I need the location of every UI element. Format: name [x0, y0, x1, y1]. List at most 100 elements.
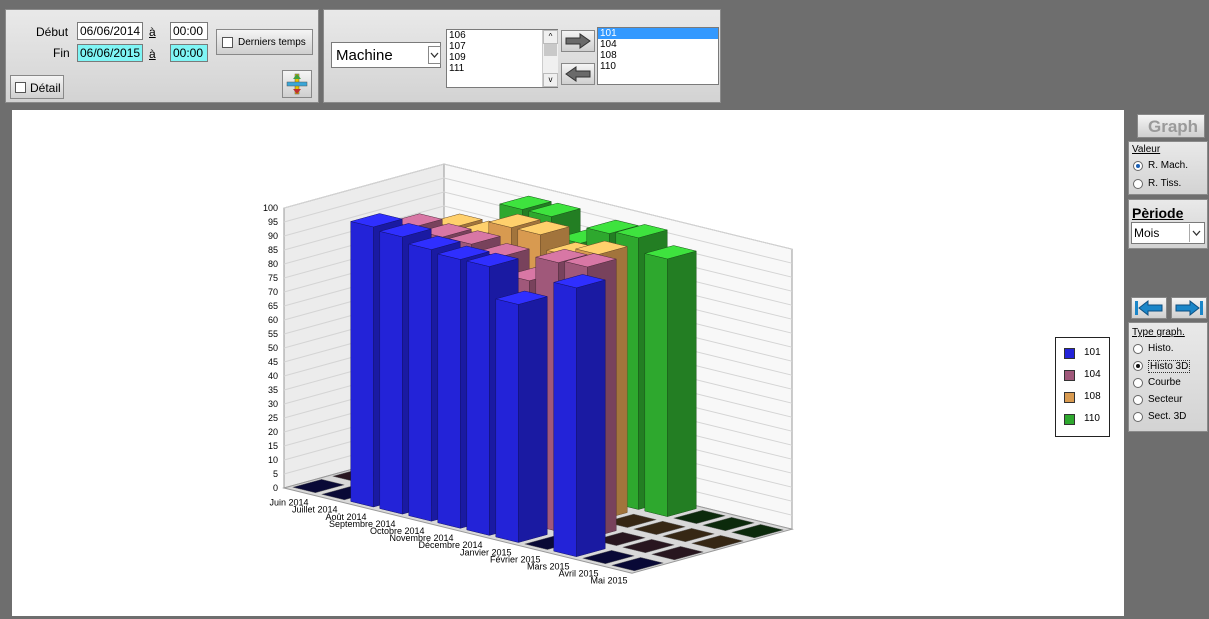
available-list-scrollbar[interactable]: ^ v [542, 30, 558, 87]
radio-type-label: Histo. [1148, 343, 1174, 354]
a1-label: à [149, 25, 156, 39]
radio-r-mach[interactable] [1133, 161, 1143, 171]
radio-type-label: Courbe [1148, 377, 1181, 388]
periode-select-value: Mois [1134, 226, 1160, 240]
a2-label: à [149, 47, 156, 61]
legend-swatch [1064, 414, 1075, 425]
y-tick-label: 75 [268, 273, 278, 283]
selected-machine-item[interactable]: 110 [598, 61, 718, 72]
arrow-last-icon [1175, 299, 1203, 317]
debut-label: Début [36, 25, 69, 39]
derniers-temps-toggle[interactable]: Derniers temps [216, 29, 313, 55]
legend-label: 104 [1084, 369, 1101, 380]
available-machine-item[interactable]: 106 [447, 30, 557, 41]
legend-swatch [1064, 392, 1075, 403]
legend-label: 108 [1084, 391, 1101, 402]
bar-101 [553, 282, 577, 557]
type-graph-title: Type graph. [1132, 327, 1185, 338]
periode-select[interactable]: Mois [1131, 222, 1205, 244]
y-tick-label: 10 [268, 455, 278, 465]
y-tick-label: 85 [268, 245, 278, 255]
periode-title: Pèriode [1132, 205, 1184, 221]
available-machine-item[interactable]: 107 [447, 41, 557, 52]
selected-machine-item[interactable]: 101 [598, 28, 718, 39]
chart-legend: 101 104 108 110 [1055, 337, 1110, 437]
y-tick-label: 5 [273, 469, 278, 479]
y-tick-label: 30 [268, 399, 278, 409]
chevron-down-icon [1189, 224, 1201, 242]
radio-r-tiss[interactable] [1133, 179, 1143, 189]
y-tick-label: 40 [268, 371, 278, 381]
legend-label: 101 [1084, 347, 1101, 358]
y-tick-label: 60 [268, 315, 278, 325]
radio-r-mach-label: R. Mach. [1148, 160, 1189, 171]
valeur-group: Valeur R. Mach. R. Tiss. [1128, 141, 1208, 195]
bar-101 [466, 260, 490, 536]
radio-type-label: Sect. 3D [1148, 411, 1187, 422]
move-right-button[interactable] [561, 30, 595, 52]
y-tick-label: 35 [268, 385, 278, 395]
radio-r-tiss-label: R. Tiss. [1148, 178, 1182, 189]
selected-machines-list[interactable]: 101 104 108 110 [597, 27, 719, 85]
available-machine-item[interactable]: 111 [447, 63, 557, 74]
arrow-right-icon [565, 33, 591, 49]
radio-type-sect-3d[interactable] [1133, 412, 1143, 422]
graph-button[interactable]: Graph [1137, 114, 1205, 138]
legend-label: 110 [1084, 413, 1100, 424]
bar-101-side [576, 279, 606, 558]
detail-label: Détail [30, 81, 61, 95]
next-period-button[interactable] [1171, 297, 1207, 319]
y-tick-label: 45 [268, 357, 278, 367]
y-tick-label: 20 [268, 427, 278, 437]
y-tick-label: 15 [268, 441, 278, 451]
derniers-temps-checkbox[interactable] [222, 37, 233, 48]
selected-machine-item[interactable]: 108 [598, 50, 718, 61]
apply-filter-button[interactable] [282, 70, 312, 98]
group-select[interactable]: Machine [331, 42, 441, 68]
y-tick-label: 0 [273, 483, 278, 493]
radio-type-histo-[interactable] [1133, 344, 1143, 354]
legend-swatch [1064, 370, 1075, 381]
previous-period-button[interactable] [1131, 297, 1167, 319]
chart-area: 0 5 10 15 20 25 30 35 40 45 50 55 60 65 70 75 80 85 90 95 10… [12, 110, 1124, 616]
y-tick-label: 100 [263, 203, 278, 213]
arrow-first-icon [1135, 299, 1163, 317]
bar-110-side [667, 250, 697, 517]
y-tick-label: 65 [268, 301, 278, 311]
selected-machine-item[interactable]: 104 [598, 39, 718, 50]
detail-toggle[interactable]: Détail [10, 75, 64, 99]
available-machine-item[interactable]: 109 [447, 52, 557, 63]
y-tick-label: 50 [268, 343, 278, 353]
bar-101 [350, 221, 374, 508]
crosshair-arrows-icon [286, 73, 308, 95]
radio-type-courbe[interactable] [1133, 378, 1143, 388]
derniers-temps-label: Derniers temps [238, 37, 306, 48]
radio-type-secteur[interactable] [1133, 395, 1143, 405]
group-select-value: Machine [336, 47, 393, 64]
x-tick-label: Mai 2015 [590, 576, 627, 586]
bar-101-side [518, 296, 548, 543]
chevron-down-icon [430, 52, 439, 58]
fin-time-field[interactable]: 00:00 [170, 44, 208, 62]
y-tick-label: 80 [268, 259, 278, 269]
bar-101 [379, 231, 403, 515]
debut-time-field[interactable]: 00:00 [170, 22, 208, 40]
radio-type-label: Histo 3D [1148, 360, 1191, 373]
legend-swatch [1064, 348, 1075, 359]
y-tick-label: 90 [268, 231, 278, 241]
bar-101 [437, 253, 461, 529]
group-select-dropdown-button[interactable] [428, 46, 441, 64]
move-left-button[interactable] [561, 63, 595, 85]
graph-button-label: Graph [1148, 117, 1199, 136]
bar-101 [495, 298, 519, 543]
detail-checkbox[interactable] [15, 82, 26, 93]
fin-date-field[interactable]: 06/06/2015 [77, 44, 143, 62]
y-tick-label: 25 [268, 413, 278, 423]
bar-110 [644, 253, 668, 517]
radio-type-label: Secteur [1148, 394, 1183, 405]
valeur-title: Valeur [1132, 144, 1161, 155]
histo-3d-chart: 0 5 10 15 20 25 30 35 40 45 50 55 60 65 70 75 80 85 90 95 10… [263, 163, 794, 586]
debut-date-field[interactable]: 06/06/2014 [77, 22, 143, 40]
radio-type-histo-3d[interactable] [1133, 361, 1143, 371]
fin-label: Fin [53, 46, 70, 60]
